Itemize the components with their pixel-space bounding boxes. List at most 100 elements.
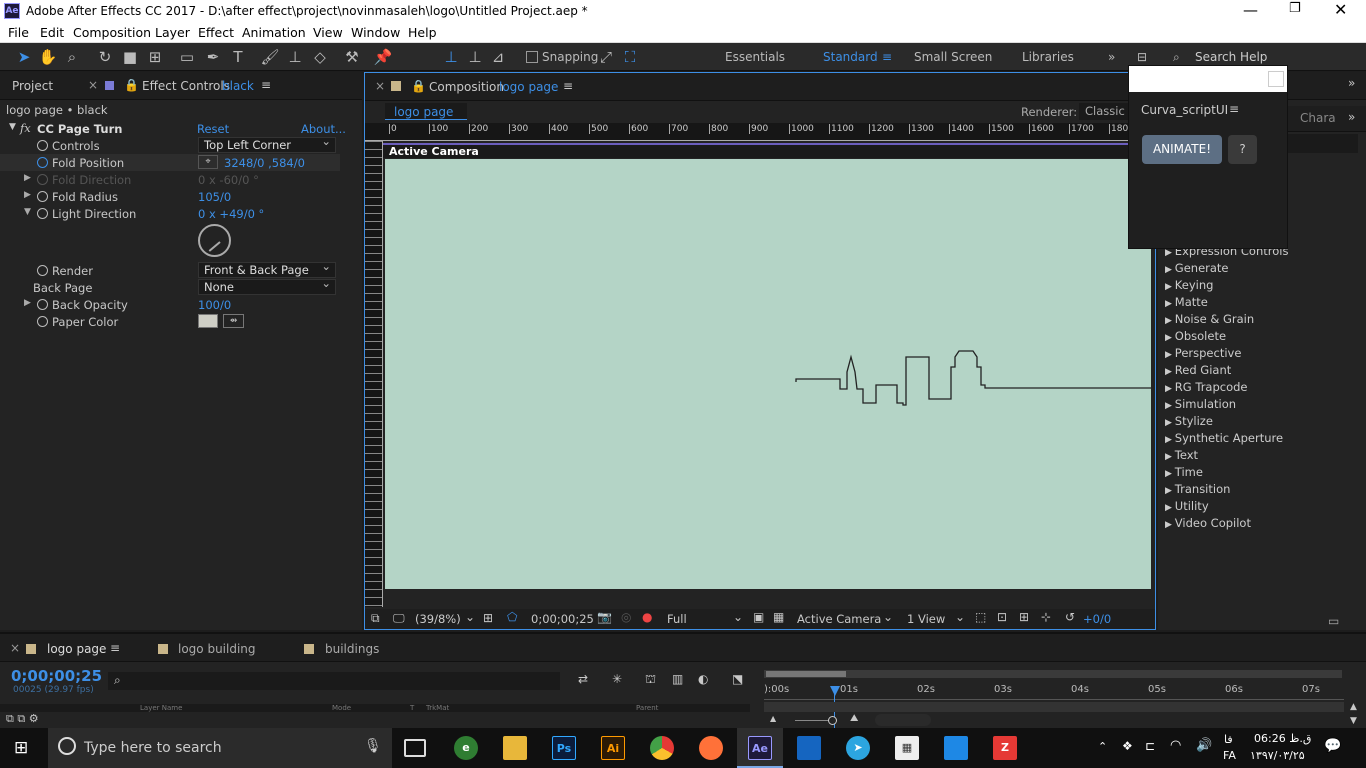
menu-help[interactable]: Help [408, 25, 437, 40]
close-tab-icon[interactable]: × [10, 641, 20, 655]
expand-triangle-icon[interactable]: ▶ [24, 298, 31, 308]
effect-category-item[interactable]: ▶ Time [1165, 465, 1203, 479]
panel-menu-icon[interactable]: ≡ [261, 78, 271, 92]
more-workspaces-icon[interactable]: » [1108, 50, 1115, 64]
timeline-tab-buildings[interactable]: buildings [325, 642, 379, 656]
fold-position-value[interactable]: 3248/0 ,584/0 [224, 156, 305, 170]
expand-triangle-icon[interactable]: ▼ [9, 122, 16, 132]
work-area-bar[interactable] [764, 670, 1342, 678]
reset-exposure-icon[interactable]: ↺ [1065, 610, 1075, 624]
effect-category-item[interactable]: ▶ Generate [1165, 261, 1229, 275]
comp-mini-flowchart-icon[interactable]: ⇄ [578, 672, 588, 686]
language-indicator-fa[interactable]: فا [1224, 733, 1233, 746]
calculator-icon[interactable]: ▦ [895, 736, 919, 760]
camera-dropdown[interactable]: Active Camera [797, 612, 881, 626]
panel-menu-icon[interactable]: ≡ [563, 79, 573, 93]
menu-window[interactable]: Window [351, 25, 400, 40]
close-tab-icon[interactable]: × [375, 79, 385, 93]
restore-icon[interactable]: ❐ [1289, 1, 1301, 16]
roto-brush-tool-icon[interactable]: ⚒ [342, 47, 362, 67]
eraser-tool-icon[interactable]: ◇ [310, 47, 330, 67]
scroll-down-icon[interactable]: ▼ [1350, 716, 1357, 726]
effect-category-item[interactable]: ▶ Obsolete [1165, 329, 1226, 343]
world-axis-icon[interactable]: ⊥ [465, 47, 485, 67]
snap-magnet-icon[interactable]: ⤢ [596, 47, 616, 67]
view-layout-dropdown[interactable]: 1 View [907, 612, 945, 626]
zoom-in-icon[interactable]: ⛰ [850, 713, 858, 724]
light-direction-value[interactable]: 0 x +49/0 ° [198, 207, 264, 221]
graph-editor-icon[interactable]: ⬔ [732, 672, 743, 686]
task-view-icon[interactable] [404, 739, 426, 757]
tab-composition[interactable]: Composition [429, 80, 504, 94]
expand-triangle-icon[interactable]: ▶ [24, 190, 31, 200]
show-hidden-icons[interactable]: ⌃ [1098, 740, 1107, 753]
expand-triangle-icon[interactable]: ▶ [24, 173, 31, 183]
dropbox-icon[interactable]: ❖ [1122, 739, 1133, 753]
fast-previews-icon[interactable]: ⊡ [997, 610, 1007, 624]
clock-date[interactable]: ۱۳۹۷/۰۳/۲۵ [1250, 749, 1305, 762]
collapse-triangle-icon[interactable]: ▼ [24, 207, 31, 217]
zoom-tool-icon[interactable]: ⌕ [62, 47, 82, 67]
effect-category-item[interactable]: ▶ Transition [1165, 482, 1230, 496]
mask-visibility-icon[interactable]: ⬠ [507, 610, 517, 624]
rectangle-tool-icon[interactable]: ▭ [177, 47, 197, 67]
tab-effect-layer-name[interactable]: black [222, 79, 254, 93]
menu-animation[interactable]: Animation [242, 25, 306, 40]
effect-category-item[interactable]: ▶ Keying [1165, 278, 1213, 292]
chevron-down-icon[interactable]: ⌄ [733, 610, 743, 624]
always-preview-icon[interactable]: ⧉ [371, 611, 380, 626]
stopwatch-icon[interactable] [37, 174, 48, 185]
menu-file[interactable]: File [8, 25, 29, 40]
layer-switches-icon[interactable]: ⧉ ⧉ ⚙ [6, 712, 39, 726]
chevron-down-icon[interactable]: ⌄ [955, 610, 965, 624]
render-dropdown[interactable]: Front & Back Page [198, 259, 336, 278]
composition-canvas[interactable] [385, 159, 1151, 589]
region-of-interest-icon[interactable]: ▣ [753, 610, 764, 624]
workspace-standard[interactable]: Standard [823, 50, 878, 64]
reset-link[interactable]: Reset [197, 122, 229, 136]
more-panels-icon[interactable]: » [1348, 110, 1355, 124]
zoom-out-icon[interactable]: ▲ [770, 714, 776, 723]
resolution-dropdown[interactable]: Full [667, 612, 687, 626]
fold-radius-value[interactable]: 105/0 [198, 190, 231, 204]
new-folder-icon[interactable]: ▭ [1328, 614, 1339, 628]
local-axis-icon[interactable]: ⊥ [441, 47, 461, 67]
draft-3d-icon[interactable]: ✳ [612, 672, 622, 686]
close-tab-icon[interactable]: × [88, 78, 98, 92]
stopwatch-icon[interactable] [37, 265, 48, 276]
stopwatch-icon[interactable] [37, 140, 48, 151]
minimize-icon[interactable]: — [1243, 1, 1258, 19]
effect-category-item[interactable]: ▶ Synthetic Aperture [1165, 431, 1283, 445]
volume-icon[interactable]: 🔊 [1196, 738, 1212, 753]
more-panels-icon[interactable]: » [1348, 76, 1355, 90]
safe-zones-icon[interactable]: ⊞ [483, 611, 493, 625]
pan-behind-tool-icon[interactable]: ⊞ [145, 47, 165, 67]
menu-view[interactable]: View [313, 25, 343, 40]
motion-blur-icon[interactable]: ◐ [698, 672, 708, 686]
stopwatch-icon[interactable] [37, 299, 48, 310]
network-icon[interactable]: ⊏ [1145, 739, 1155, 753]
language-indicator[interactable]: FA [1223, 749, 1236, 762]
menu-composition[interactable]: Composition [73, 25, 151, 40]
effect-category-item[interactable]: ▶ Perspective [1165, 346, 1241, 360]
horizontal-scroll[interactable] [875, 714, 931, 726]
camera-tool-icon[interactable]: ■ [120, 47, 140, 67]
effects-search-field[interactable] [1288, 134, 1358, 153]
scroll-up-icon[interactable]: ▲ [1350, 702, 1357, 712]
file-explorer-icon[interactable] [503, 736, 527, 760]
effect-category-item[interactable]: ▶ Red Giant [1165, 363, 1231, 377]
angle-dial[interactable] [198, 224, 231, 257]
workspace-menu-icon[interactable]: ≡ [882, 50, 892, 64]
microphone-icon[interactable]: 🎙 [364, 738, 382, 754]
workspace-essentials[interactable]: Essentials [725, 50, 785, 64]
eyedropper-icon[interactable]: ⇴ [223, 314, 244, 328]
menu-effect[interactable]: Effect [198, 25, 234, 40]
close-icon[interactable]: ✕ [1334, 0, 1347, 19]
back-page-dropdown[interactable]: None [198, 276, 336, 295]
stopwatch-icon[interactable] [37, 208, 48, 219]
illustrator-icon[interactable]: Ai [601, 736, 625, 760]
firefox-icon[interactable] [699, 736, 723, 760]
timeline-tab-logo-page[interactable]: logo page [47, 642, 106, 656]
tab-composition-name[interactable]: logo page [499, 80, 558, 94]
lock-icon[interactable]: 🔒 [411, 79, 426, 93]
